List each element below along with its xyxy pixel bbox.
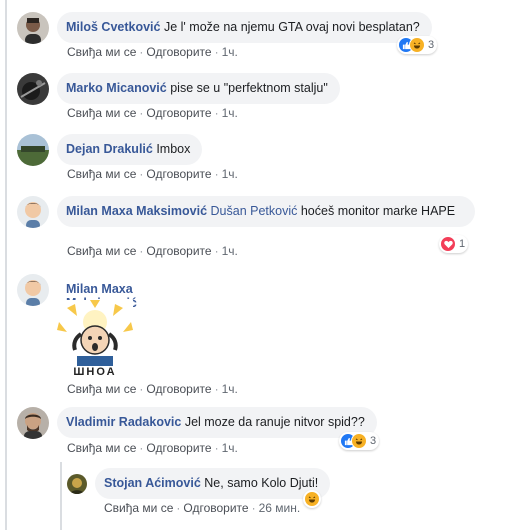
comment-text: Jel moze da ranuje nitvor spid?? (184, 415, 365, 429)
comment-author[interactable]: Vladimir Radakovic (66, 415, 181, 429)
avatar[interactable] (67, 474, 87, 494)
thread-line (5, 0, 7, 530)
gif-image[interactable]: ШНОА (57, 300, 133, 384)
reaction-count: 3 (428, 39, 435, 51)
reply-actions: Свиђа ми се · Одговорите · 26 мин. (104, 501, 301, 515)
reaction-summary[interactable] (303, 490, 321, 508)
comment-text: Je l' može na njemu GTA ovaj novi bespla… (163, 20, 420, 34)
comment-text: pise se u "perfektnom stalju" (170, 81, 328, 95)
reply-author[interactable]: Stojan Aćimović (104, 476, 201, 490)
reaction-count: 3 (370, 435, 377, 447)
comment-actions: Свиђа ми се · Одговорите · 1ч. (67, 167, 238, 181)
reaction-summary[interactable]: 3 (339, 432, 380, 450)
like-link[interactable]: Свиђа ми се (67, 382, 136, 396)
comment-text: Imbox (156, 142, 191, 156)
reply-link[interactable]: Одговорите (146, 244, 211, 258)
love-icon (440, 236, 456, 252)
reply-link[interactable]: Одговорите (146, 106, 211, 120)
like-link[interactable]: Свиђа ми се (104, 501, 173, 515)
comment-author[interactable]: Marko Micanović (66, 81, 167, 95)
comment-actions: Свиђа ми се · Одговорите · 1ч. (67, 45, 238, 59)
reaction-summary[interactable]: 1 (439, 235, 469, 253)
reaction-count: 1 (459, 238, 466, 250)
comment-bubble: Vladimir Radakovic Jel moze da ranuje ni… (57, 407, 377, 438)
haha-icon (351, 433, 367, 449)
reply-bubble: Stojan Aćimović Ne, samo Kolo Djuti! (95, 468, 331, 499)
reply-link[interactable]: Одговорите (183, 501, 248, 515)
comment-bubble: Milan Maxa Maksimović Dušan Petković hoć… (57, 196, 475, 227)
timestamp[interactable]: 1ч. (222, 167, 238, 181)
like-link[interactable]: Свиђа ми се (67, 45, 136, 59)
timestamp[interactable]: 1ч. (222, 441, 238, 455)
mention-link[interactable]: Dušan Petković (211, 204, 298, 218)
reply-link[interactable]: Одговорите (146, 441, 211, 455)
avatar[interactable] (17, 407, 49, 439)
comment-bubble: Marko Micanović pise se u "perfektnom st… (57, 73, 340, 104)
like-link[interactable]: Свиђа ми се (67, 106, 136, 120)
timestamp[interactable]: 1ч. (222, 382, 238, 396)
timestamp[interactable]: 1ч. (222, 244, 238, 258)
avatar[interactable] (17, 134, 49, 166)
reply-thread-line (60, 462, 62, 530)
timestamp[interactable]: 1ч. (222, 45, 238, 59)
reply-text: Ne, samo Kolo Djuti! (204, 476, 319, 490)
comment-actions: Свиђа ми се · Одговорите · 1ч. (67, 106, 238, 120)
gif-caption: ШНОА (73, 366, 117, 378)
comment-actions: Свиђа ми се · Одговорите · 1ч. (67, 244, 238, 258)
reply-link[interactable]: Одговорите (146, 382, 211, 396)
comment-bubble: Miloš Cvetković Je l' može na njemu GTA … (57, 12, 432, 43)
like-link[interactable]: Свиђа ми се (67, 244, 136, 258)
comment-author[interactable]: Miloš Cvetković (66, 20, 160, 34)
comment-actions: Свиђа ми се · Одговорите · 1ч. (67, 441, 238, 455)
timestamp[interactable]: 26 мин. (259, 501, 301, 515)
comment-author[interactable]: Milan Maxa Maksimović (66, 204, 207, 218)
comment-author[interactable]: Dejan Drakulić (66, 142, 153, 156)
haha-icon (304, 491, 320, 507)
comment-bubble: Dejan Drakulić Imbox (57, 134, 203, 165)
avatar[interactable] (17, 73, 49, 105)
haha-icon (409, 37, 425, 53)
avatar[interactable] (17, 274, 49, 306)
avatar[interactable] (17, 196, 49, 228)
reply-link[interactable]: Одговорите (146, 167, 211, 181)
like-link[interactable]: Свиђа ми се (67, 167, 136, 181)
reaction-summary[interactable]: 3 (397, 36, 438, 54)
timestamp[interactable]: 1ч. (222, 106, 238, 120)
reply-link[interactable]: Одговорите (146, 45, 211, 59)
avatar[interactable] (17, 12, 49, 44)
comment-text: hoćeš monitor marke HAPE (300, 204, 456, 218)
like-link[interactable]: Свиђа ми се (67, 441, 136, 455)
comment-actions: Свиђа ми се · Одговорите · 1ч. (67, 382, 238, 396)
